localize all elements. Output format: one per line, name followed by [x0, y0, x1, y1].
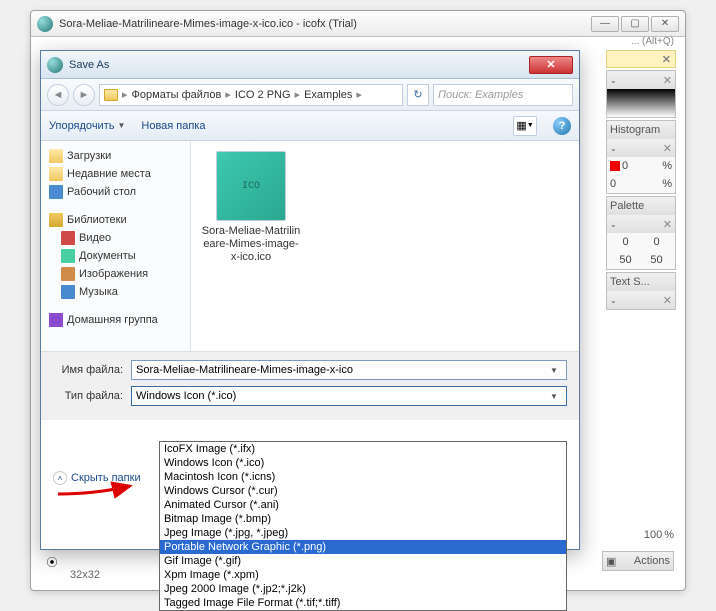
- file-name: Sora-Meliae-Matrilineare-Mimes-image-x-i…: [201, 225, 301, 265]
- filetype-option[interactable]: Bitmap Image (*.bmp): [160, 512, 566, 526]
- tree-images[interactable]: Изображения: [45, 265, 186, 283]
- histogram-panel: Histogram ⌄✕ 0 % 0 %: [606, 120, 676, 194]
- panel-title: Palette: [610, 200, 644, 212]
- minimize-button[interactable]: —: [591, 16, 619, 32]
- panel-title: Histogram: [610, 124, 660, 136]
- folder-tree[interactable]: Загрузки Недавние места Рабочий стол Биб…: [41, 141, 191, 351]
- pipette-tool-icon[interactable]: ⦿: [44, 554, 60, 570]
- homegroup-icon: [49, 313, 63, 327]
- filetype-option[interactable]: Windows Icon (*.ico): [160, 456, 566, 470]
- chevron-up-icon: ˄: [53, 471, 67, 485]
- panel-title: Text S...: [610, 276, 650, 288]
- filetype-label: Тип файла:: [53, 390, 123, 402]
- app-icon: [37, 16, 53, 32]
- tree-homegroup[interactable]: Домашняя группа: [45, 311, 186, 329]
- dialog-close-button[interactable]: ✕: [529, 56, 573, 74]
- folder-icon: [104, 89, 118, 101]
- filename-input[interactable]: Sora-Meliae-Matrilineare-Mimes-image-x-i…: [131, 360, 567, 380]
- chevron-down-icon[interactable]: ▼: [546, 366, 562, 375]
- filetype-dropdown[interactable]: IcoFX Image (*.ifx)Windows Icon (*.ico)M…: [159, 441, 567, 611]
- filename-area: Имя файла: Sora-Meliae-Matrilineare-Mime…: [41, 351, 579, 420]
- nav-forward-button[interactable]: ►: [73, 84, 95, 106]
- breadcrumb-item[interactable]: ICO 2 PNG: [235, 89, 291, 101]
- music-icon: [61, 285, 75, 299]
- refresh-button[interactable]: ↻: [407, 84, 429, 106]
- downloads-icon: [49, 149, 63, 163]
- libraries-icon: [49, 213, 63, 227]
- file-thumbnail: ICO: [216, 151, 286, 221]
- actions-panel: ▣Actions: [602, 551, 674, 571]
- tree-downloads[interactable]: Загрузки: [45, 147, 186, 165]
- file-list[interactable]: ICO Sora-Meliae-Matrilineare-Mimes-image…: [191, 141, 579, 351]
- breadcrumb[interactable]: ▸ Форматы файлов ▸ ICO 2 PNG ▸ Examples …: [99, 84, 403, 106]
- close-icon[interactable]: ✕: [663, 294, 672, 307]
- recent-icon: [49, 167, 63, 181]
- tree-recent[interactable]: Недавние места: [45, 165, 186, 183]
- new-folder-button[interactable]: Новая папка: [141, 120, 205, 132]
- maximize-button[interactable]: ▢: [621, 16, 649, 32]
- hide-folders-toggle[interactable]: ˄ Скрыть папки: [53, 471, 141, 485]
- main-title-text: Sora-Meliae-Matrilineare-Mimes-image-x-i…: [59, 18, 591, 30]
- text-styles-panel: Text S... ⌄✕: [606, 272, 676, 310]
- panel-title: Actions: [634, 555, 670, 567]
- toolbar: Упорядочить▼ Новая папка ▦▼ ?: [41, 111, 579, 141]
- dialog-icon: [47, 57, 63, 73]
- close-icon[interactable]: ✕: [663, 142, 672, 155]
- organize-button[interactable]: Упорядочить▼: [49, 120, 125, 132]
- close-button[interactable]: ✕: [651, 16, 679, 32]
- filetype-option[interactable]: Tagged Image File Format (*.tif;*.tiff): [160, 596, 566, 610]
- tree-desktop[interactable]: Рабочий стол: [45, 183, 186, 201]
- tree-video[interactable]: Видео: [45, 229, 186, 247]
- desktop-icon: [49, 185, 63, 199]
- filetype-option[interactable]: Macintosh Icon (*.icns): [160, 470, 566, 484]
- gradient-panel: ⌄✕: [606, 70, 676, 118]
- filetype-option[interactable]: Gif Image (*.gif): [160, 554, 566, 568]
- nav-bar: ◄ ► ▸ Форматы файлов ▸ ICO 2 PNG ▸ Examp…: [41, 79, 579, 111]
- video-icon: [61, 231, 75, 245]
- file-item[interactable]: ICO Sora-Meliae-Matrilineare-Mimes-image…: [201, 151, 301, 265]
- side-panels: ✕ ⌄✕ Histogram ⌄✕ 0 % 0 % Palette ⌄✕ 0 0…: [606, 50, 676, 310]
- filetype-option[interactable]: Jpeg 2000 Image (*.jp2;*.j2k): [160, 582, 566, 596]
- close-icon[interactable]: ✕: [663, 218, 672, 231]
- help-button[interactable]: ?: [553, 117, 571, 135]
- save-as-dialog: Save As ✕ ◄ ► ▸ Форматы файлов ▸ ICO 2 P…: [40, 50, 580, 550]
- filetype-option[interactable]: Portable Network Graphic (*.png): [160, 540, 566, 554]
- filetype-option[interactable]: Animated Cursor (*.ani): [160, 498, 566, 512]
- palette-panel: Palette ⌄✕ 0 0 50 50: [606, 196, 676, 270]
- filetype-option[interactable]: IcoFX Image (*.ifx): [160, 442, 566, 456]
- panel-close-bar[interactable]: ✕: [606, 50, 676, 68]
- filename-label: Имя файла:: [53, 364, 123, 376]
- breadcrumb-item[interactable]: Examples: [304, 89, 352, 101]
- nav-back-button[interactable]: ◄: [47, 84, 69, 106]
- close-icon[interactable]: ✕: [662, 53, 671, 66]
- zoom-indicator: 100 %: [602, 529, 674, 541]
- filetype-option[interactable]: Xpm Image (*.xpm): [160, 568, 566, 582]
- chevron-down-icon[interactable]: ▼: [546, 392, 562, 401]
- tree-music[interactable]: Музыка: [45, 283, 186, 301]
- dialog-titlebar[interactable]: Save As ✕: [41, 51, 579, 79]
- dialog-title: Save As: [69, 59, 529, 71]
- search-input[interactable]: Поиск: Examples: [433, 84, 573, 106]
- tree-libraries[interactable]: Библиотеки: [45, 211, 186, 229]
- main-titlebar[interactable]: Sora-Meliae-Matrilineare-Mimes-image-x-i…: [31, 11, 685, 37]
- images-icon: [61, 267, 75, 281]
- breadcrumb-item[interactable]: Форматы файлов: [132, 89, 222, 101]
- documents-icon: [61, 249, 75, 263]
- tree-documents[interactable]: Документы: [45, 247, 186, 265]
- filetype-combobox[interactable]: Windows Icon (*.ico) ▼: [131, 386, 567, 406]
- filetype-option[interactable]: Jpeg Image (*.jpg, *.jpeg): [160, 526, 566, 540]
- alt-q-hint: ... (Alt+Q): [631, 36, 674, 47]
- filetype-option[interactable]: Windows Cursor (*.cur): [160, 484, 566, 498]
- close-icon[interactable]: ✕: [663, 74, 672, 87]
- view-mode-button[interactable]: ▦▼: [513, 116, 537, 136]
